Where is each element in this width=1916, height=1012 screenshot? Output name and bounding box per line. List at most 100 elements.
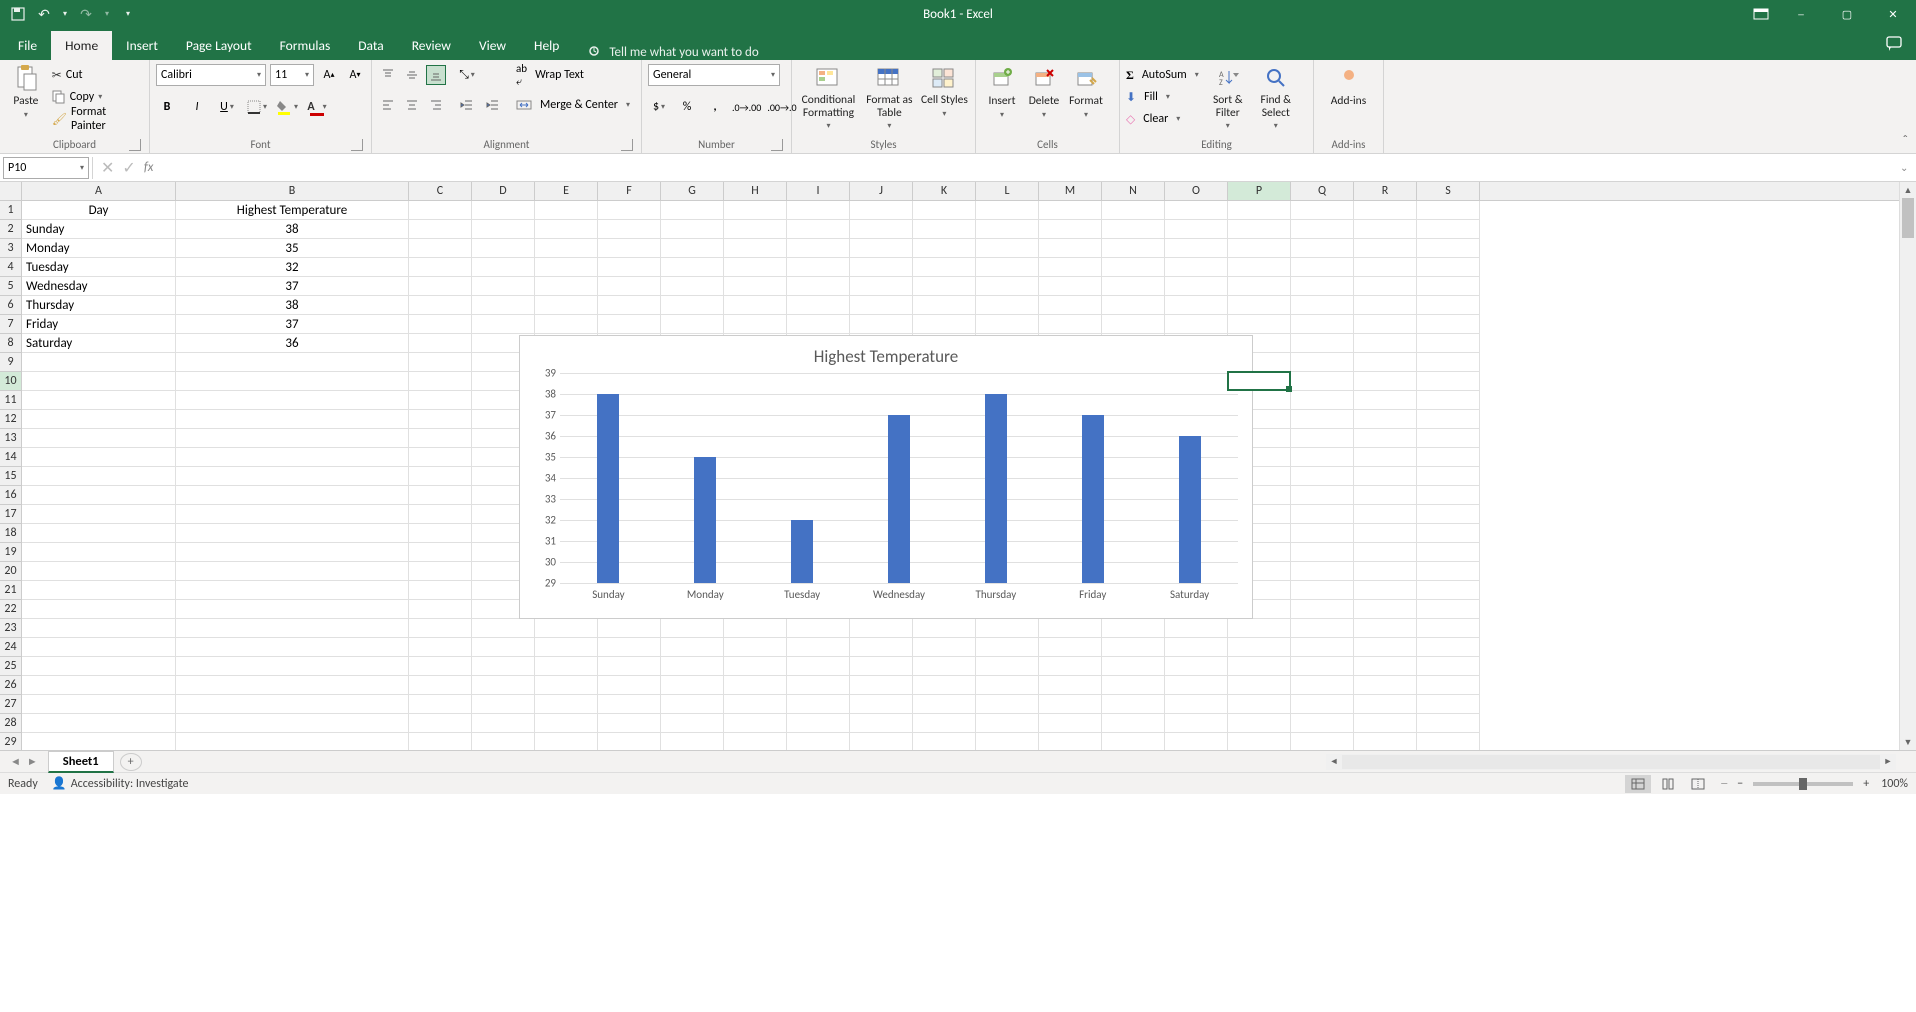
cell-E24[interactable]	[535, 638, 598, 657]
cell-C26[interactable]	[409, 676, 472, 695]
column-header-S[interactable]: S	[1417, 182, 1480, 200]
cell-N7[interactable]	[1102, 315, 1165, 334]
cell-P24[interactable]	[1228, 638, 1291, 657]
cell-R25[interactable]	[1354, 657, 1417, 676]
cell-C2[interactable]	[409, 220, 472, 239]
cell-H24[interactable]	[724, 638, 787, 657]
row-header-9[interactable]: 9	[0, 353, 21, 372]
cell-N1[interactable]	[1102, 201, 1165, 220]
format-painter-button[interactable]: 🖌Format Painter	[52, 108, 143, 130]
font-name-select[interactable]: Calibri▾	[156, 64, 266, 86]
cell-Q28[interactable]	[1291, 714, 1354, 733]
cell-S18[interactable]	[1417, 524, 1480, 543]
cell-K26[interactable]	[913, 676, 976, 695]
cell-A7[interactable]: Friday	[22, 315, 176, 334]
cell-G28[interactable]	[661, 714, 724, 733]
cell-R15[interactable]	[1354, 467, 1417, 486]
tab-review[interactable]: Review	[398, 31, 465, 60]
cell-A24[interactable]	[22, 638, 176, 657]
cell-K5[interactable]	[913, 277, 976, 296]
cell-R8[interactable]	[1354, 334, 1417, 353]
tab-insert[interactable]: Insert	[112, 31, 172, 60]
scroll-up-arrow[interactable]: ▲	[1900, 182, 1916, 198]
cell-B26[interactable]	[176, 676, 409, 695]
cell-A17[interactable]	[22, 505, 176, 524]
cell-L3[interactable]	[976, 239, 1039, 258]
zoom-out-button[interactable]: −	[1737, 777, 1743, 791]
cell-S12[interactable]	[1417, 410, 1480, 429]
cell-M23[interactable]	[1039, 619, 1102, 638]
cell-C15[interactable]	[409, 467, 472, 486]
cell-E3[interactable]	[535, 239, 598, 258]
cell-B17[interactable]	[176, 505, 409, 524]
cell-G2[interactable]	[661, 220, 724, 239]
cell-S14[interactable]	[1417, 448, 1480, 467]
cell-A6[interactable]: Thursday	[22, 296, 176, 315]
chart-title[interactable]: Highest Temperature	[520, 336, 1252, 373]
cell-B6[interactable]: 38	[176, 296, 409, 315]
cell-H27[interactable]	[724, 695, 787, 714]
cell-G26[interactable]	[661, 676, 724, 695]
fx-icon[interactable]: fx	[144, 160, 154, 175]
cell-I23[interactable]	[787, 619, 850, 638]
row-header-10[interactable]: 10	[0, 372, 21, 391]
cell-C13[interactable]	[409, 429, 472, 448]
cell-G27[interactable]	[661, 695, 724, 714]
cell-H25[interactable]	[724, 657, 787, 676]
chart-plot-area[interactable]: 2930313233343536373839SundayMondayTuesda…	[560, 373, 1238, 583]
cell-S9[interactable]	[1417, 353, 1480, 372]
insert-cells-button[interactable]: Insert▾	[982, 64, 1022, 120]
cell-E5[interactable]	[535, 277, 598, 296]
expand-formula-bar[interactable]: ⌄	[1900, 161, 1916, 174]
cell-P27[interactable]	[1228, 695, 1291, 714]
cell-R4[interactable]	[1354, 258, 1417, 277]
cell-M24[interactable]	[1039, 638, 1102, 657]
cell-F23[interactable]	[598, 619, 661, 638]
row-header-14[interactable]: 14	[0, 448, 21, 467]
cell-R27[interactable]	[1354, 695, 1417, 714]
cell-P4[interactable]	[1228, 258, 1291, 277]
cell-C18[interactable]	[409, 524, 472, 543]
cell-Q15[interactable]	[1291, 467, 1354, 486]
cell-J2[interactable]	[850, 220, 913, 239]
undo-button[interactable]: ↶	[34, 4, 54, 24]
cell-C20[interactable]	[409, 562, 472, 581]
cell-N23[interactable]	[1102, 619, 1165, 638]
column-header-P[interactable]: P	[1228, 182, 1291, 200]
cell-O23[interactable]	[1165, 619, 1228, 638]
cell-Q13[interactable]	[1291, 429, 1354, 448]
cell-J1[interactable]	[850, 201, 913, 220]
cell-R14[interactable]	[1354, 448, 1417, 467]
cell-G24[interactable]	[661, 638, 724, 657]
tab-data[interactable]: Data	[344, 31, 397, 60]
redo-button[interactable]: ↷	[76, 4, 96, 24]
cell-R20[interactable]	[1354, 562, 1417, 581]
zoom-level[interactable]: 100%	[1881, 777, 1908, 791]
cell-K27[interactable]	[913, 695, 976, 714]
borders-button[interactable]: ▾	[246, 96, 268, 118]
cell-Q7[interactable]	[1291, 315, 1354, 334]
format-as-table-button[interactable]: Format as Table▾	[861, 64, 918, 131]
cell-F2[interactable]	[598, 220, 661, 239]
cell-B1[interactable]: Highest Temperature	[176, 201, 409, 220]
minimize-button[interactable]: ─	[1778, 0, 1824, 28]
new-sheet-button[interactable]: +	[120, 753, 142, 771]
row-header-15[interactable]: 15	[0, 467, 21, 486]
cell-C1[interactable]	[409, 201, 472, 220]
chart-bar[interactable]	[1179, 436, 1201, 583]
cell-P6[interactable]	[1228, 296, 1291, 315]
number-format-select[interactable]: General▾	[648, 64, 780, 86]
cell-R22[interactable]	[1354, 600, 1417, 619]
cell-A23[interactable]	[22, 619, 176, 638]
cell-I4[interactable]	[787, 258, 850, 277]
cell-Q2[interactable]	[1291, 220, 1354, 239]
row-header-4[interactable]: 4	[0, 258, 21, 277]
cell-B3[interactable]: 35	[176, 239, 409, 258]
row-header-17[interactable]: 17	[0, 505, 21, 524]
cell-B20[interactable]	[176, 562, 409, 581]
cell-J4[interactable]	[850, 258, 913, 277]
cell-F24[interactable]	[598, 638, 661, 657]
paste-button[interactable]: Paste ▾	[6, 64, 46, 120]
cell-P23[interactable]	[1228, 619, 1291, 638]
cell-O25[interactable]	[1165, 657, 1228, 676]
